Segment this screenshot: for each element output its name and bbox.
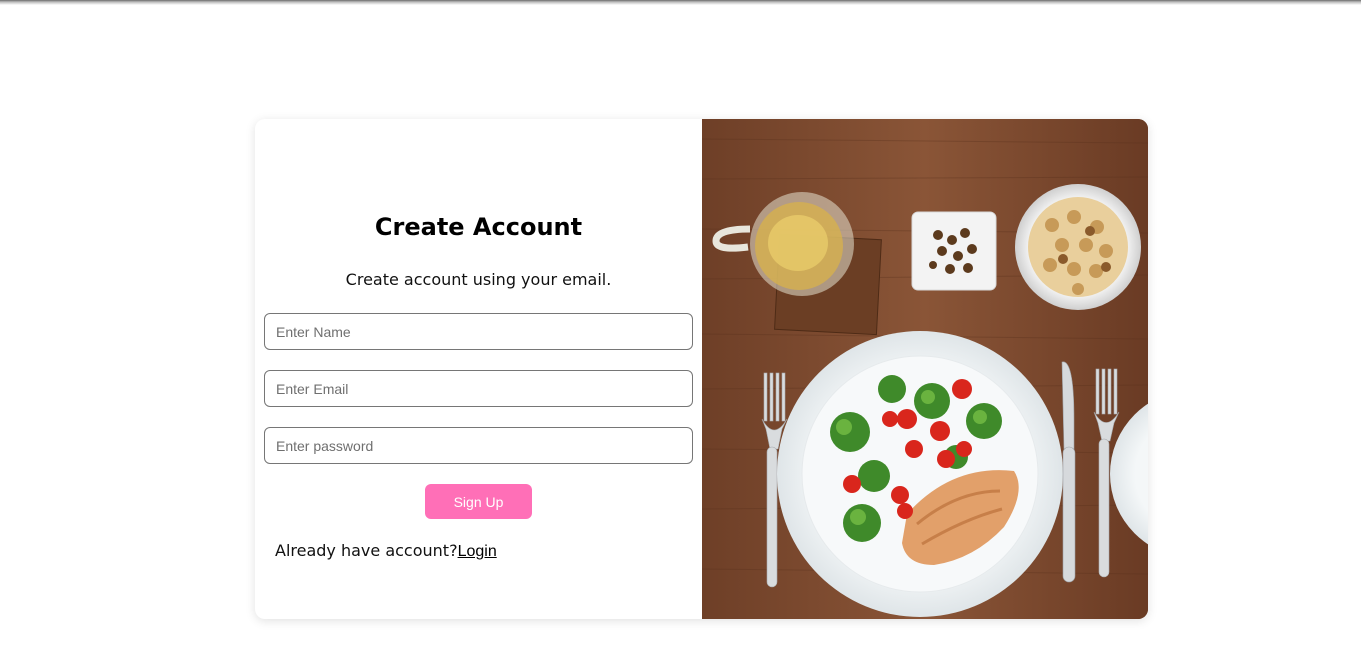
signup-form: Create Account Create account using your… <box>255 119 702 619</box>
email-input[interactable] <box>264 370 693 407</box>
login-row: Already have account?Login <box>275 541 497 561</box>
name-input[interactable] <box>264 313 693 350</box>
food-plate-photo-icon <box>702 119 1148 619</box>
password-input[interactable] <box>264 427 693 464</box>
browser-top-shadow <box>0 0 1361 5</box>
page-subtitle: Create account using your email. <box>345 270 612 289</box>
login-prompt: Already have account? <box>275 541 458 560</box>
sign-up-button[interactable]: Sign Up <box>425 484 532 519</box>
food-image <box>702 119 1148 619</box>
signup-card: Create Account Create account using your… <box>255 119 1148 619</box>
login-link[interactable]: Login <box>458 543 497 560</box>
page-title: Create Account <box>374 213 583 241</box>
